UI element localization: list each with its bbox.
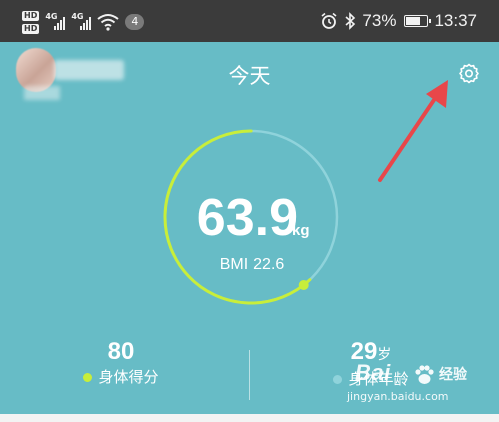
weight-unit: kg: [292, 222, 310, 239]
body-score-stat[interactable]: 80 身体得分: [66, 338, 176, 388]
bmi-label: BMI: [219, 256, 249, 273]
progress-marker: [298, 280, 309, 290]
bottom-strip: [0, 414, 499, 422]
signal-icon: 4G: [71, 12, 92, 30]
watermark-url: jingyan.baidu.com: [347, 390, 449, 403]
gear-icon[interactable]: [457, 62, 481, 86]
battery-fill: [406, 17, 421, 25]
battery-icon: [404, 15, 432, 27]
body-score-value: 80: [107, 338, 135, 365]
baidu-jingyan-watermark: Bai 经验 jingyan.baidu.com: [347, 360, 477, 406]
wifi-icon: [97, 14, 119, 31]
body-age-dot: [333, 374, 343, 384]
body-score-label: 身体得分: [98, 368, 159, 386]
status-right: 73% 13:37: [320, 0, 477, 42]
bmi-value: 22.6: [253, 256, 285, 273]
signal-icon: 4G: [45, 12, 66, 30]
bmi-readout: BMI 22.6: [0, 256, 499, 274]
notification-count-badge: 4: [125, 14, 145, 30]
annotation-arrow: [378, 80, 448, 182]
stats-divider: [249, 350, 250, 400]
watermark-suffix: 经验: [439, 367, 467, 383]
weight-summary-panel: 今天 63.9 kg BMI22.6 80 身体得分 29岁 身体年龄 Bai: [0, 42, 499, 414]
hd-badge: HD: [22, 10, 40, 21]
hd-badges: HD HD: [22, 10, 40, 34]
bluetooth-icon: [345, 12, 356, 30]
battery-percent: 73%: [362, 11, 397, 30]
status-bar: HD HD 4G 4G 4 73% 13:37: [0, 0, 499, 42]
weight-value: 63.9: [196, 189, 298, 247]
alarm-icon: [321, 12, 337, 29]
clock: 13:37: [434, 11, 477, 30]
network-tag: 4G: [45, 12, 58, 21]
watermark-brand: Bai: [355, 360, 391, 385]
paw-logo-icon: [415, 365, 434, 384]
body-score-label-row: 身体得分: [66, 366, 176, 388]
hd-badge: HD: [22, 23, 40, 34]
body-score-dot: [83, 372, 93, 382]
network-tag: 4G: [71, 12, 84, 21]
status-left: HD HD 4G 4G 4: [22, 6, 145, 38]
